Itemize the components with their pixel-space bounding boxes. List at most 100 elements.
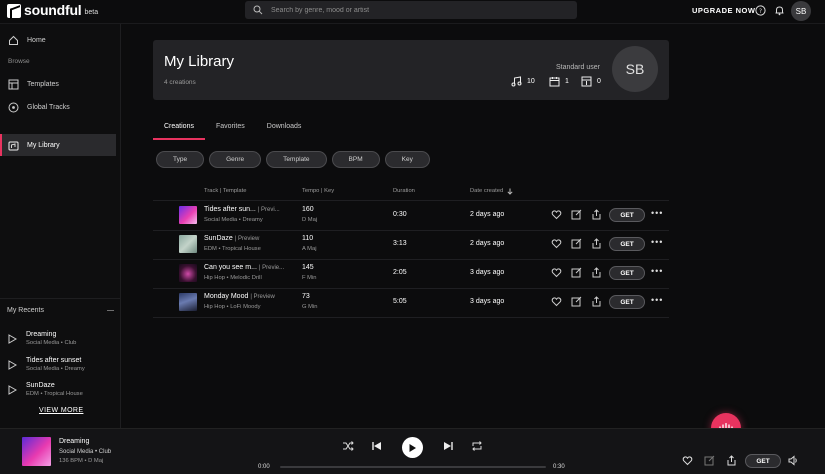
recent-sub: EDM • Tropical House <box>26 391 83 397</box>
view-more-link[interactable]: VIEW MORE <box>39 407 83 414</box>
track-thumbnail <box>179 293 197 311</box>
sidebar: Home Browse Templates Global Tracks My L… <box>0 24 121 428</box>
play-icon[interactable] <box>8 333 17 344</box>
filter-template[interactable]: Template <box>266 151 327 168</box>
recent-item[interactable]: SunDaze EDM • Tropical House <box>8 382 83 397</box>
recents-title: My Recents <box>7 307 44 314</box>
user-avatar[interactable]: SB <box>791 1 811 21</box>
get-button[interactable]: GET <box>609 208 645 222</box>
heart-icon[interactable] <box>682 455 693 466</box>
more-options-icon[interactable]: ••• <box>651 295 663 305</box>
track-thumbnail <box>179 235 197 253</box>
track-template: EDM • Tropical House <box>204 246 261 252</box>
bell-icon[interactable] <box>774 5 785 16</box>
play-icon[interactable] <box>8 384 17 395</box>
sidebar-item-home[interactable]: Home <box>0 29 116 51</box>
track-key: D Maj <box>302 217 318 223</box>
column-header-duration[interactable]: Duration <box>393 188 415 194</box>
track-date: 3 days ago <box>470 269 505 276</box>
get-button[interactable]: GET <box>609 266 645 280</box>
sidebar-item-global-tracks[interactable]: Global Tracks <box>0 96 116 118</box>
get-button[interactable]: GET <box>609 295 645 309</box>
tab-downloads[interactable]: Downloads <box>256 121 313 140</box>
track-title[interactable]: Monday Mood <box>204 293 248 300</box>
skip-back-icon[interactable] <box>371 440 383 452</box>
track-bpm: 110 <box>302 235 314 242</box>
edit-icon[interactable] <box>704 455 715 466</box>
profile-avatar[interactable]: SB <box>612 46 658 92</box>
tab-creations[interactable]: Creations <box>153 121 205 140</box>
heart-icon[interactable] <box>551 238 562 249</box>
track-title[interactable]: Can you see m... <box>204 264 257 271</box>
track-title[interactable]: SunDaze <box>204 235 233 242</box>
share-icon[interactable] <box>591 296 602 307</box>
calendar-count: 1 <box>565 78 569 85</box>
recent-item[interactable]: Tides after sunset Social Media • Dreamy <box>8 357 85 372</box>
plan-label: Standard user <box>556 64 600 71</box>
sidebar-item-label: Global Tracks <box>27 103 70 111</box>
skip-forward-icon[interactable] <box>442 440 454 452</box>
track-bpm: 145 <box>302 264 314 271</box>
search-bar[interactable] <box>245 1 577 19</box>
filter-genre[interactable]: Genre <box>209 151 262 168</box>
edit-icon[interactable] <box>571 209 582 220</box>
share-icon[interactable] <box>591 267 602 278</box>
soundful-logo-icon <box>7 4 21 18</box>
svg-text:?: ? <box>759 8 762 15</box>
heart-icon[interactable] <box>551 209 562 220</box>
templates-icon <box>8 79 19 90</box>
get-button[interactable]: GET <box>609 237 645 251</box>
filter-key[interactable]: Key <box>384 151 430 168</box>
column-header-date[interactable]: Date created <box>470 188 513 195</box>
more-options-icon[interactable]: ••• <box>651 208 663 218</box>
share-icon[interactable] <box>591 209 602 220</box>
help-icon[interactable]: ? <box>755 5 766 16</box>
filter-bpm[interactable]: BPM <box>331 151 380 168</box>
more-options-icon[interactable]: ••• <box>651 237 663 247</box>
play-icon[interactable] <box>8 359 17 370</box>
player-get-button[interactable]: GET <box>745 454 781 468</box>
column-header-track[interactable]: Track | Template <box>204 188 246 194</box>
recent-title: Dreaming <box>26 331 57 338</box>
sidebar-item-label: My Library <box>27 141 60 149</box>
edit-icon[interactable] <box>571 267 582 278</box>
play-icon <box>408 443 417 453</box>
edit-icon[interactable] <box>571 238 582 249</box>
shuffle-icon[interactable] <box>342 440 354 452</box>
now-playing-template: Social Media • Club <box>59 449 112 455</box>
home-icon <box>8 35 19 46</box>
calendar-icon <box>549 76 560 87</box>
filter-type[interactable]: Type <box>156 151 205 168</box>
brand-logo[interactable]: soundful beta <box>7 2 98 18</box>
track-key: F Min <box>302 275 317 281</box>
play-button[interactable] <box>402 437 423 458</box>
more-options-icon[interactable]: ••• <box>651 266 663 276</box>
tracks-stat: 10 <box>511 76 535 87</box>
upgrade-now-link[interactable]: UPGRADE NOW <box>692 6 755 15</box>
volume-icon[interactable] <box>788 455 799 466</box>
collapse-icon[interactable]: — <box>107 307 114 314</box>
calendar-stat: 1 <box>549 76 569 87</box>
edit-icon[interactable] <box>571 296 582 307</box>
share-icon[interactable] <box>591 238 602 249</box>
heart-icon[interactable] <box>551 296 562 307</box>
recent-item[interactable]: Dreaming Social Media • Club <box>8 331 76 346</box>
heart-icon[interactable] <box>551 267 562 278</box>
progress-slider[interactable] <box>280 466 546 468</box>
table-row[interactable]: SunDaze | Preview EDM • Tropical House 1… <box>153 230 669 259</box>
tab-favorites[interactable]: Favorites <box>205 121 256 140</box>
track-template: Hip Hop • LoFi Moody <box>204 304 261 310</box>
column-header-tempo[interactable]: Tempo | Key <box>302 188 334 194</box>
track-bpm: 160 <box>302 206 314 213</box>
track-title[interactable]: Tides after sun... <box>204 206 256 213</box>
brand-name: soundful <box>24 2 82 18</box>
table-row[interactable]: Monday Mood | Preview Hip Hop • LoFi Moo… <box>153 288 669 317</box>
table-row[interactable]: Can you see m... | Previe... Hip Hop • M… <box>153 259 669 288</box>
search-input[interactable] <box>271 6 551 14</box>
sidebar-item-templates[interactable]: Templates <box>0 73 116 95</box>
repeat-icon[interactable] <box>471 440 483 452</box>
sort-down-icon[interactable] <box>507 188 513 195</box>
table-row[interactable]: Tides after sun... | Previ... Social Med… <box>153 201 669 230</box>
share-icon[interactable] <box>726 455 737 466</box>
sidebar-item-my-library[interactable]: My Library <box>0 134 116 156</box>
